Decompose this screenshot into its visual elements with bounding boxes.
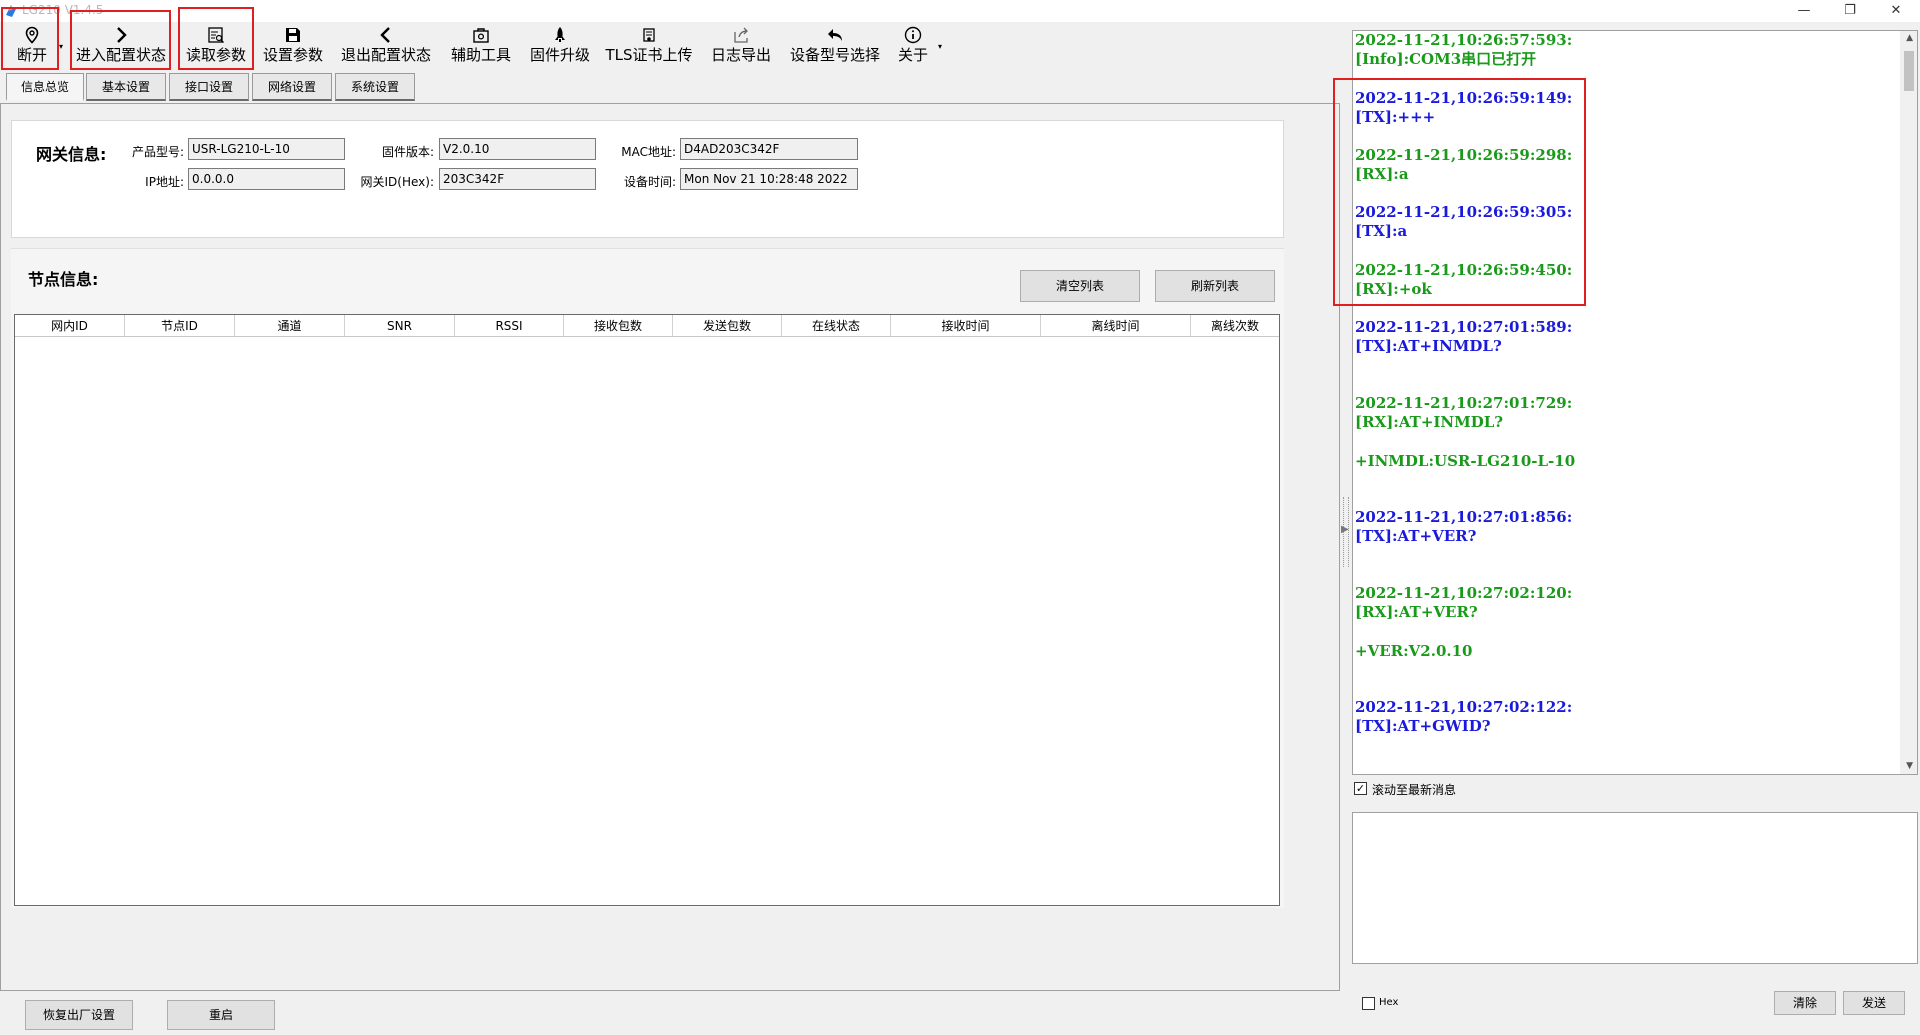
clear-list-button[interactable]: 清空列表 (1020, 270, 1140, 302)
gateway-info-title: 网关信息: (36, 145, 107, 164)
tab-system-settings[interactable]: 系统设置 (335, 73, 415, 101)
about-button[interactable]: 关于 (893, 24, 933, 70)
send-input[interactable] (1352, 812, 1918, 964)
product-model-label: 产品型号: (131, 145, 184, 159)
export-icon (734, 27, 748, 43)
close-button[interactable]: ✕ (1873, 0, 1919, 22)
scroll-up-icon[interactable]: ▲ (1906, 33, 1913, 43)
tab-overview[interactable]: 信息总览 (6, 73, 84, 101)
tab-interface-settings[interactable]: 接口设置 (169, 73, 249, 101)
log-export-label: 日志导出 (710, 46, 771, 64)
chevron-left-icon (380, 27, 390, 43)
log-export-button[interactable]: 日志导出 (706, 24, 776, 70)
firmware-version-label: 固件版本: (381, 145, 434, 159)
column-header[interactable]: RSSI (455, 315, 564, 337)
restore-button[interactable]: ❐ (1827, 0, 1873, 22)
gateway-id-label: 网关ID(Hex): (360, 175, 434, 189)
rocket-icon (555, 27, 565, 42)
log-scrollbar[interactable]: ▲ ▼ (1900, 31, 1917, 774)
disconnect-dropdown-icon[interactable]: ▾ (59, 42, 63, 51)
log-entry: 2022-11-21,10:26:57:593: [Info]:COM3串口已打开 (1355, 31, 1573, 68)
exit-config-label: 退出配置状态 (340, 46, 431, 64)
annotation-box-log (1333, 78, 1586, 306)
splitter-arrow-icon[interactable]: ▶ (1341, 524, 1349, 535)
node-info-title: 节点信息: (28, 270, 99, 289)
exit-config-button[interactable]: 退出配置状态 (336, 24, 436, 70)
undo-arrow-icon (828, 29, 842, 41)
title-bar: LG210 V1.4.5 — ❐ ✕ (0, 0, 1920, 22)
clear-log-button[interactable]: 清除 (1774, 991, 1836, 1015)
column-header[interactable]: 接收包数 (564, 315, 673, 337)
log-entry: 2022-11-21,10:27:01:729: [RX]:AT+INMDL? (1355, 394, 1573, 431)
product-model-field[interactable]: USR-LG210-L-10 (188, 138, 345, 160)
node-table: 网内ID 节点ID 通道 SNR RSSI 接收包数 发送包数 在线状态 接收时… (14, 314, 1280, 906)
factory-reset-button[interactable]: 恢复出厂设置 (25, 1000, 133, 1030)
set-params-button[interactable]: 设置参数 (258, 24, 328, 70)
annotation-box-enter-config (70, 10, 171, 70)
firmware-upgrade-label: 固件升级 (529, 46, 590, 64)
log-entry: 2022-11-21,10:27:01:589: [TX]:AT+INMDL? (1355, 318, 1573, 355)
device-model-label: 设备型号选择 (789, 46, 880, 64)
ip-address-label: IP地址: (145, 175, 184, 189)
set-params-label: 设置参数 (262, 46, 323, 64)
hex-label: Hex (1379, 997, 1399, 1008)
gateway-id-field[interactable]: 203C342F (439, 168, 596, 190)
scroll-down-icon[interactable]: ▼ (1906, 761, 1913, 771)
toolbox-icon (473, 28, 489, 43)
scrollbar-thumb[interactable] (1904, 51, 1914, 91)
log-entry: 2022-11-21,10:27:01:856: [TX]:AT+VER? (1355, 508, 1573, 545)
device-model-button[interactable]: 设备型号选择 (785, 24, 885, 70)
app-window: LG210 V1.4.5 — ❐ ✕ 断开 ▾ 进入配置状态 读取参数 设置参数… (0, 0, 1920, 1035)
autoscroll-label: 滚动至最新消息 (1372, 783, 1457, 797)
log-entry: 2022-11-21,10:27:02:122: [TX]:AT+GWID? (1355, 698, 1573, 735)
device-time-field[interactable]: Mon Nov 21 10:28:48 2022 (680, 168, 858, 190)
mac-address-field[interactable]: D4AD203C342F (680, 138, 858, 160)
log-entry: +VER:V2.0.10 (1355, 642, 1473, 660)
column-header[interactable]: SNR (345, 315, 455, 337)
firmware-version-field[interactable]: V2.0.10 (439, 138, 596, 160)
overflow-dropdown-icon[interactable]: ▾ (938, 42, 942, 51)
column-header[interactable]: 离线次数 (1191, 315, 1279, 337)
node-table-header: 网内ID 节点ID 通道 SNR RSSI 接收包数 发送包数 在线状态 接收时… (15, 315, 1279, 337)
mac-address-label: MAC地址: (621, 145, 676, 159)
annotation-box-read-params (178, 7, 254, 70)
aux-tools-label: 辅助工具 (450, 46, 511, 64)
info-icon (904, 26, 922, 44)
aux-tools-button[interactable]: 辅助工具 (446, 24, 516, 70)
firmware-upgrade-button[interactable]: 固件升级 (525, 24, 595, 70)
column-header[interactable]: 通道 (235, 315, 345, 337)
tls-upload-label: TLS证书上传 (605, 46, 693, 64)
column-header[interactable]: 离线时间 (1041, 315, 1191, 337)
tls-upload-button[interactable]: TLS证书上传 (603, 24, 695, 70)
log-entry: +INMDL:USR-LG210-L-10 (1355, 452, 1576, 470)
about-label: 关于 (897, 46, 928, 64)
autoscroll-checkbox[interactable]: ✓ (1354, 782, 1367, 795)
send-button[interactable]: 发送 (1843, 991, 1905, 1015)
column-header[interactable]: 在线状态 (782, 315, 891, 337)
tab-network-settings[interactable]: 网络设置 (252, 73, 332, 101)
minimize-button[interactable]: — (1781, 0, 1827, 22)
column-header[interactable]: 发送包数 (673, 315, 782, 337)
certificate-icon (643, 28, 655, 42)
tab-basic-settings[interactable]: 基本设置 (86, 73, 166, 101)
ip-address-field[interactable]: 0.0.0.0 (188, 168, 345, 190)
refresh-list-button[interactable]: 刷新列表 (1155, 270, 1275, 302)
device-time-label: 设备时间: (623, 175, 676, 189)
annotation-box-disconnect (1, 7, 59, 70)
save-icon (286, 28, 300, 42)
hex-checkbox[interactable] (1362, 997, 1375, 1010)
column-header[interactable]: 网内ID (15, 315, 125, 337)
column-header[interactable]: 节点ID (125, 315, 235, 337)
restart-button[interactable]: 重启 (167, 1000, 275, 1030)
column-header[interactable]: 接收时间 (891, 315, 1041, 337)
log-entry: 2022-11-21,10:27:02:120: [RX]:AT+VER? (1355, 584, 1573, 621)
